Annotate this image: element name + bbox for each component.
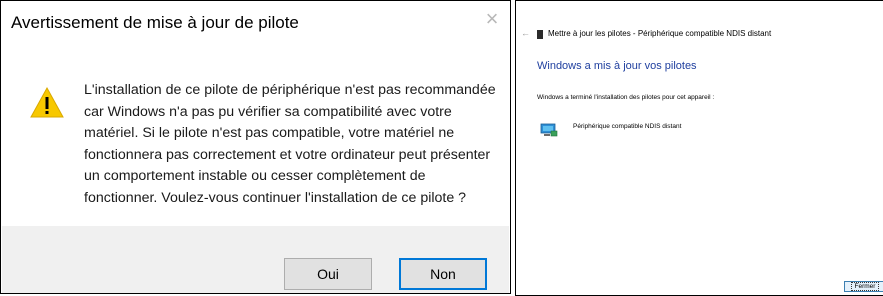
wizard-heading: Windows a mis à jour vos pilotes (537, 60, 697, 72)
dialog-title: Avertissement de mise à jour de pilote (11, 13, 299, 32)
update-wizard: ← Mettre à jour les pilotes - Périphériq… (515, 0, 883, 296)
device-name: Périphérique compatible NDIS distant (573, 123, 682, 130)
network-adapter-icon (540, 123, 558, 137)
close-button-label: Fermer (850, 282, 880, 291)
yes-button[interactable]: Oui (284, 258, 372, 290)
wizard-description: Windows a terminé l'installation des pil… (537, 94, 715, 101)
warning-dialog: Avertissement de mise à jour de pilote ×… (0, 0, 511, 294)
back-arrow-icon[interactable]: ← (521, 28, 530, 38)
close-icon[interactable]: × (482, 8, 502, 30)
device-chip-icon (537, 30, 543, 39)
wizard-header-title: Mettre à jour les pilotes - Périphérique… (548, 29, 772, 38)
dialog-footer: Oui Non (2, 226, 509, 293)
warning-message: L'installation de ce pilote de périphéri… (84, 82, 496, 206)
close-button[interactable]: Fermer (844, 281, 883, 292)
warning-triangle-icon (30, 86, 64, 118)
no-button[interactable]: Non (399, 258, 487, 290)
